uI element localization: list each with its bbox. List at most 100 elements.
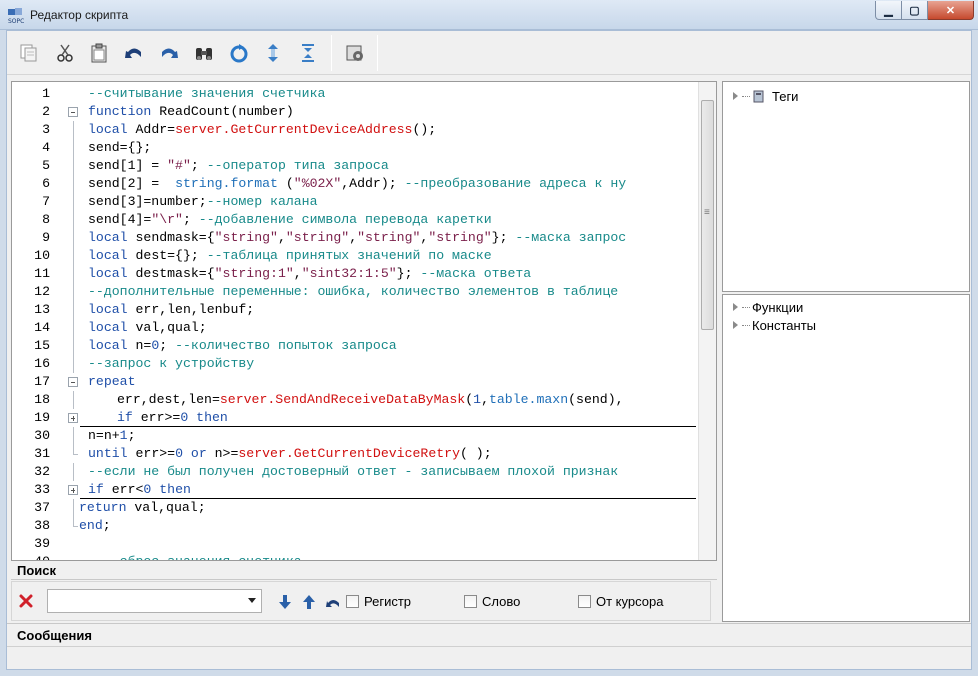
code-line[interactable]: 30 n=n+1; (12, 427, 696, 445)
collapse-icon[interactable] (294, 39, 322, 67)
paste-icon[interactable] (85, 39, 113, 67)
fold-expand-icon[interactable] (68, 485, 78, 495)
code-line[interactable]: 5 send[1] = "#"; --оператор типа запроса (12, 157, 696, 175)
close-button[interactable]: ✕ (928, 1, 974, 20)
code-line[interactable]: 15 local n=0; --количество попыток запрос… (12, 337, 696, 355)
line-number: 2 (42, 104, 50, 119)
tree-item-tags[interactable]: Теги (733, 87, 798, 105)
compile-icon[interactable] (341, 39, 369, 67)
refresh-icon[interactable] (225, 39, 253, 67)
code-text: function ReadCount(number) (88, 104, 294, 119)
code-text: local dest={}; --таблица принятых значен… (88, 248, 492, 263)
line-number: 33 (34, 482, 50, 497)
code-line[interactable]: 4 send={}; (12, 139, 696, 157)
code-line[interactable]: 8 send[4]="\r"; --добавление символа пере… (12, 211, 696, 229)
tree-item-constants[interactable]: Константы (733, 316, 816, 334)
code-line[interactable]: 13 local err,len,lenbuf; (12, 301, 696, 319)
code-line[interactable]: 38 end; (12, 517, 696, 535)
fold-guide (73, 499, 74, 517)
code-line[interactable]: 2 function ReadCount(number) (12, 103, 696, 121)
code-line[interactable]: 7 send[3]=number;--номер калана (12, 193, 696, 211)
line-number: 37 (34, 500, 50, 515)
code-line[interactable]: 16 --запрос к устройству (12, 355, 696, 373)
tree-expand-icon[interactable] (733, 321, 738, 329)
code-line[interactable]: 37 return val,qual; (12, 499, 696, 517)
from-cursor-checkbox[interactable]: От курсора (578, 594, 663, 609)
line-number: 4 (42, 140, 50, 155)
code-text: local destmask={"string:1","sint32:1:5"}… (88, 266, 532, 281)
fold-guide (73, 139, 74, 157)
from-cursor-checkbox-box[interactable] (578, 595, 591, 608)
code-line[interactable]: 40 --сброс значения счетчика (12, 553, 696, 560)
copy-icon[interactable] (15, 39, 43, 67)
code-line[interactable]: 18 err,dest,len=server.SendAndReceiveData… (12, 391, 696, 409)
code-text: --дополнительные переменные: ошибка, кол… (88, 284, 619, 299)
code-line[interactable]: 14 local val,qual; (12, 319, 696, 337)
from-cursor-checkbox-label: От курсора (596, 594, 664, 609)
code-line[interactable]: 19 if err>=0 then (12, 409, 696, 427)
fold-guide (73, 445, 74, 454)
code-lines: 1 --считывание значения счетчика 2 function… (12, 85, 696, 560)
line-number: 38 (34, 518, 50, 533)
code-line[interactable]: 33 if err<0 then (12, 481, 696, 499)
expand-icon[interactable] (259, 39, 287, 67)
fold-guide (73, 301, 74, 319)
tree-item-label: Функции (752, 299, 804, 315)
word-checkbox-box[interactable] (464, 595, 477, 608)
tree-expand-icon[interactable] (733, 303, 738, 311)
line-number: 39 (34, 536, 50, 551)
tree-expand-icon[interactable] (733, 92, 738, 100)
case-checkbox[interactable]: Регистр (346, 594, 411, 609)
code-text: local sendmask={"string","string","strin… (88, 230, 627, 245)
code-line[interactable]: 12 --дополнительные переменные: ошибка, к… (12, 283, 696, 301)
toolbar-separator (331, 35, 332, 71)
line-number: 8 (42, 212, 50, 227)
code-text: local err,len,lenbuf; (88, 302, 255, 317)
code-text: send[3]=number;--номер калана (88, 194, 318, 209)
fold-guide (73, 319, 74, 337)
code-line[interactable]: 11 local destmask={"string:1","sint32:1:5… (12, 265, 696, 283)
fold-collapse-icon[interactable] (68, 377, 78, 387)
line-number: 11 (34, 266, 50, 281)
minimize-button[interactable]: ▁ (875, 1, 902, 20)
line-number: 17 (34, 374, 50, 389)
code-line[interactable]: 17 repeat (12, 373, 696, 391)
code-line[interactable]: 39 (12, 535, 696, 553)
replace-icon[interactable] (324, 593, 342, 611)
line-number: 12 (34, 284, 50, 299)
line-number: 6 (42, 176, 50, 191)
redo-icon[interactable] (155, 39, 183, 67)
code-line[interactable]: 32 --если не был получен достоверный отве… (12, 463, 696, 481)
search-dropdown-arrow-icon[interactable] (248, 598, 256, 603)
line-number: 32 (34, 464, 50, 479)
undo-icon[interactable] (120, 39, 148, 67)
maximize-button[interactable]: ▢ (902, 1, 928, 20)
find-previous-icon[interactable] (300, 593, 318, 611)
code-line[interactable]: 9 local sendmask={"string","string","stri… (12, 229, 696, 247)
close-search-icon[interactable] (18, 593, 34, 609)
fold-guide (73, 193, 74, 211)
vertical-scrollbar[interactable] (698, 82, 716, 560)
fold-collapse-icon[interactable] (68, 107, 78, 117)
code-text: --сброс значения счетчика (88, 553, 302, 560)
word-checkbox-label: Слово (482, 594, 521, 609)
code-line[interactable]: 1 --считывание значения счетчика (12, 85, 696, 103)
code-line[interactable]: 3 local Addr=server.GetCurrentDeviceAddre… (12, 121, 696, 139)
code-line[interactable]: 10 local dest={}; --таблица принятых знач… (12, 247, 696, 265)
code-line[interactable]: 31 until err>=0 or n>=server.GetCurrentDe… (12, 445, 696, 463)
cut-icon[interactable] (51, 39, 79, 67)
line-number: 30 (34, 428, 50, 443)
case-checkbox-label: Регистр (364, 594, 412, 609)
tree-item-functions[interactable]: Функции (733, 298, 803, 316)
word-checkbox[interactable]: Слово (464, 594, 520, 609)
code-editor[interactable]: 1 --считывание значения счетчика 2 function… (11, 81, 717, 561)
fold-expand-icon[interactable] (68, 413, 78, 423)
find-icon[interactable] (190, 39, 218, 67)
case-checkbox-box[interactable] (346, 595, 359, 608)
code-line[interactable]: 6 send[2] = string.format ("%02X",Addr); … (12, 175, 696, 193)
editor-frame: 1 --считывание значения счетчика 2 function… (6, 30, 972, 670)
scrollbar-thumb[interactable] (701, 100, 714, 330)
search-input[interactable] (47, 589, 262, 613)
fold-guide (73, 355, 74, 373)
find-next-icon[interactable] (276, 593, 294, 611)
